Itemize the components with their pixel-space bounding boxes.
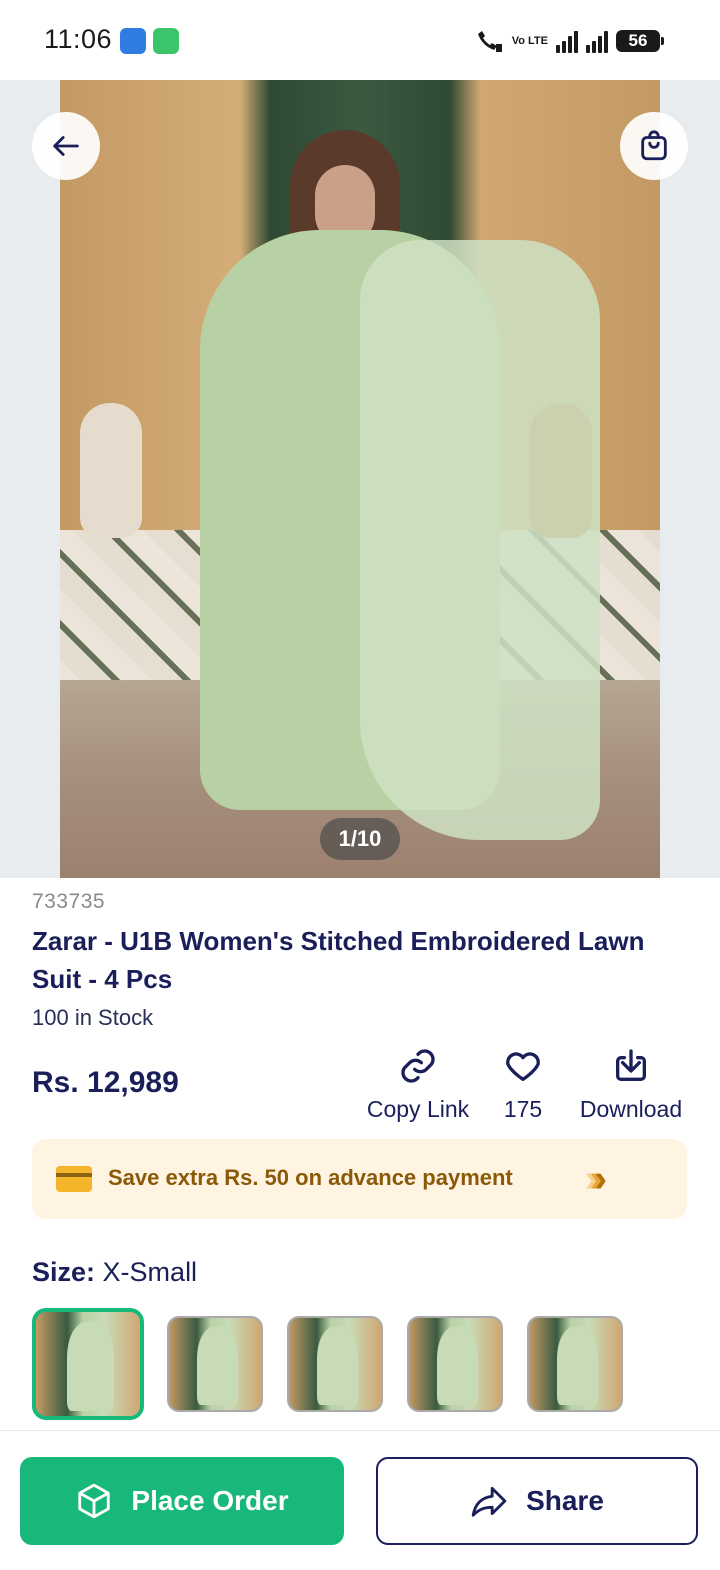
promo-text: Save extra Rs. 50 on advance payment bbox=[108, 1165, 513, 1190]
size-variant-swatch[interactable] bbox=[527, 1316, 623, 1412]
credit-card-icon bbox=[56, 1166, 92, 1192]
chevrons-right-icon: › › › bbox=[585, 1158, 607, 1200]
signal-icon bbox=[586, 29, 608, 53]
status-indicators: Vo LTE 56 bbox=[474, 26, 664, 56]
volte-indicator: Vo LTE bbox=[511, 35, 548, 47]
product-price: Rs. 12,989 bbox=[32, 1066, 179, 1099]
copy-link-button[interactable]: Copy Link bbox=[364, 1046, 472, 1123]
size-variant-swatch[interactable] bbox=[287, 1316, 383, 1412]
place-order-label: Place Order bbox=[131, 1485, 289, 1516]
wifi-call-icon bbox=[477, 31, 502, 52]
product-image-gallery[interactable]: 1/10 bbox=[0, 80, 720, 878]
cart-button[interactable] bbox=[620, 112, 688, 180]
bottom-action-bar: Place Order Share bbox=[0, 1430, 720, 1570]
back-arrow-icon bbox=[53, 136, 79, 156]
advance-payment-banner[interactable]: Save extra Rs. 50 on advance payment › › › bbox=[32, 1139, 687, 1219]
shopping-bag-icon bbox=[641, 130, 667, 161]
product-photo[interactable] bbox=[60, 80, 660, 878]
battery-icon: 56 bbox=[616, 30, 664, 52]
size-variant-swatch[interactable] bbox=[407, 1316, 503, 1412]
status-time: 11:06 bbox=[44, 24, 113, 54]
size-variant-swatch-selected[interactable] bbox=[32, 1308, 144, 1420]
heart-icon bbox=[506, 1052, 540, 1081]
app-notification-icon bbox=[153, 28, 179, 54]
product-sku: 733735 bbox=[32, 890, 106, 913]
stock-status: 100 in Stock bbox=[32, 1005, 154, 1030]
signal-icon bbox=[556, 29, 578, 53]
size-label-prefix: Size: bbox=[32, 1257, 96, 1287]
copy-link-label: Copy Link bbox=[366, 1096, 470, 1122]
share-icon bbox=[471, 1486, 507, 1517]
like-count: 175 bbox=[503, 1096, 543, 1122]
size-label: Size: X-Small bbox=[32, 1257, 197, 1288]
download-button[interactable]: Download bbox=[574, 1046, 688, 1123]
download-icon bbox=[616, 1049, 646, 1081]
status-bar: 11:06 Vo LTE 56 bbox=[0, 0, 720, 80]
place-order-button[interactable]: Place Order bbox=[20, 1457, 344, 1545]
image-counter: 1/10 bbox=[320, 818, 400, 860]
product-title: Zarar - U1B Women's Stitched Embroidered… bbox=[32, 926, 645, 994]
box-icon bbox=[78, 1483, 111, 1519]
download-label: Download bbox=[579, 1096, 683, 1122]
app-notification-icon bbox=[120, 28, 146, 54]
share-button[interactable]: Share bbox=[376, 1457, 698, 1545]
selected-size: X-Small bbox=[102, 1257, 198, 1287]
size-variant-swatch[interactable] bbox=[167, 1316, 263, 1412]
back-button[interactable] bbox=[32, 112, 100, 180]
link-icon bbox=[401, 1049, 435, 1083]
share-label: Share bbox=[526, 1485, 604, 1516]
like-button[interactable]: 175 bbox=[500, 1046, 546, 1123]
